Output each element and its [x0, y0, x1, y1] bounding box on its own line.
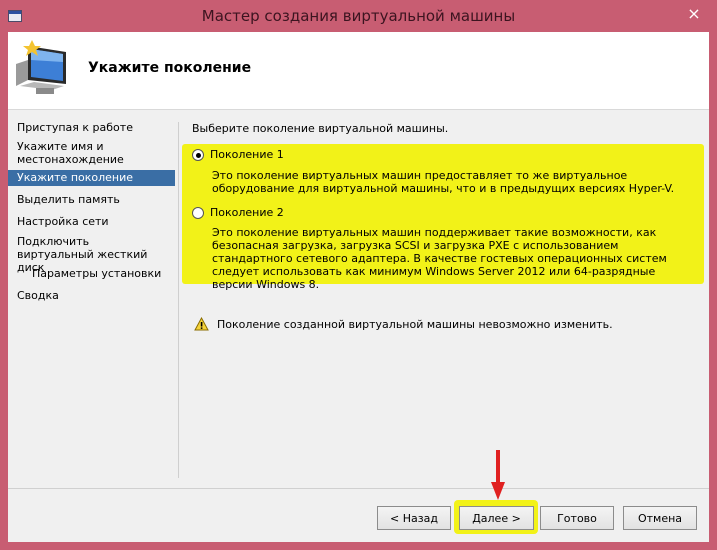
finish-button[interactable]: Готово — [540, 506, 614, 530]
wizard-window: Мастер создания виртуальной машины × Ука… — [0, 0, 717, 550]
button-bar-separator — [8, 488, 709, 489]
radio-generation-2[interactable] — [192, 206, 204, 219]
nav-item-memory[interactable]: Выделить память — [8, 193, 175, 206]
wizard-monitor-icon — [16, 40, 66, 94]
generation-prompt: Выберите поколение виртуальной машины. — [192, 122, 449, 135]
option-generation-2-description: Это поколение виртуальных машин поддержи… — [212, 226, 667, 291]
back-button[interactable]: < Назад — [377, 506, 451, 530]
warning-text: Поколение созданной виртуальной машины н… — [217, 317, 613, 331]
nav-divider — [178, 122, 179, 478]
radio-generation-1[interactable] — [192, 148, 204, 161]
red-arrow-annotation — [491, 450, 505, 500]
nav-item-name-location[interactable]: Укажите имя и местонахождение — [8, 140, 148, 166]
nav-item-getting-started[interactable]: Приступая к работе — [8, 121, 175, 134]
cancel-button[interactable]: Отмена — [623, 506, 697, 530]
option-generation-2-label: Поколение 2 — [210, 206, 284, 219]
option-generation-2[interactable]: Поколение 2 — [192, 206, 284, 219]
wizard-nav: Приступая к работе Укажите имя и местона… — [8, 111, 178, 511]
title-bar[interactable]: Мастер создания виртуальной машины × — [0, 0, 717, 32]
wizard-client: Укажите поколение Приступая к работе Ука… — [8, 32, 709, 542]
nav-item-generation[interactable]: Укажите поколение — [8, 170, 175, 186]
warning-row: Поколение созданной виртуальной машины н… — [194, 317, 613, 331]
warning-icon — [194, 317, 209, 331]
next-button[interactable]: Далее > — [459, 506, 534, 530]
option-generation-1-description: Это поколение виртуальных машин предоста… — [212, 169, 675, 195]
option-generation-1-label: Поколение 1 — [210, 148, 284, 161]
close-button[interactable]: × — [681, 4, 707, 24]
nav-item-network[interactable]: Настройка сети — [8, 215, 175, 228]
wizard-header: Укажите поколение — [8, 32, 709, 110]
page-title: Укажите поколение — [88, 60, 252, 76]
nav-item-summary[interactable]: Сводка — [8, 289, 175, 302]
nav-item-install-options[interactable]: Параметры установки — [8, 267, 175, 280]
window-title: Мастер создания виртуальной машины — [201, 7, 516, 25]
option-generation-1[interactable]: Поколение 1 — [192, 148, 284, 161]
